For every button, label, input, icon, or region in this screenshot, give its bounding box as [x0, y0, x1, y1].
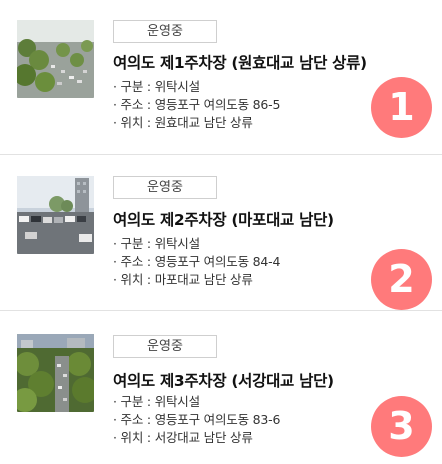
- parking-lot-number: 3: [371, 396, 432, 457]
- info-address: · 주소 : 영등포구 여의도동 84-4: [113, 254, 281, 269]
- parking-lot-photo[interactable]: [17, 334, 94, 412]
- parking-lot-card[interactable]: 운영중 여의도 제1주차장 (원효대교 남단 상류) · 구분 : 위탁시설 ·…: [0, 0, 442, 155]
- parking-lot-photo[interactable]: [17, 176, 94, 254]
- parking-lot-card[interactable]: 운영중 여의도 제2주차장 (마포대교 남단) · 구분 : 위탁시설 · 주소…: [0, 155, 442, 311]
- status-badge: 운영중: [113, 176, 217, 199]
- info-location: · 위치 : 원효대교 남단 상류: [113, 115, 253, 130]
- parking-lot-title[interactable]: 여의도 제2주차장 (마포대교 남단): [113, 208, 334, 230]
- parking-lot-card[interactable]: 운영중 여의도 제3주차장 (서강대교 남단) · 구분 : 위탁시설 · 주소…: [0, 311, 442, 464]
- parking-lot-title[interactable]: 여의도 제1주차장 (원효대교 남단 상류): [113, 51, 367, 73]
- parking-lot-list: 운영중 여의도 제1주차장 (원효대교 남단 상류) · 구분 : 위탁시설 ·…: [0, 0, 442, 464]
- info-type: · 구분 : 위탁시설: [113, 79, 200, 94]
- parking-lot-info: · 구분 : 위탁시설 · 주소 : 영등포구 여의도동 86-5 · 위치 :…: [113, 78, 280, 132]
- parking-lot-info: · 구분 : 위탁시설 · 주소 : 영등포구 여의도동 84-4 · 위치 :…: [113, 235, 280, 289]
- parking-lot-number: 2: [371, 249, 432, 310]
- info-address: · 주소 : 영등포구 여의도동 83-6: [113, 412, 281, 427]
- parking-lot-info: · 구분 : 위탁시설 · 주소 : 영등포구 여의도동 83-6 · 위치 :…: [113, 393, 280, 447]
- parking-lot-number: 1: [371, 77, 432, 138]
- info-address: · 주소 : 영등포구 여의도동 86-5: [113, 97, 281, 112]
- info-location: · 위치 : 마포대교 남단 상류: [113, 272, 253, 287]
- info-type: · 구분 : 위탁시설: [113, 236, 200, 251]
- info-location: · 위치 : 서강대교 남단 상류: [113, 430, 253, 445]
- status-badge: 운영중: [113, 20, 217, 43]
- status-badge: 운영중: [113, 335, 217, 358]
- info-type: · 구분 : 위탁시설: [113, 394, 200, 409]
- parking-lot-title[interactable]: 여의도 제3주차장 (서강대교 남단): [113, 369, 334, 391]
- parking-lot-photo[interactable]: [17, 20, 94, 98]
